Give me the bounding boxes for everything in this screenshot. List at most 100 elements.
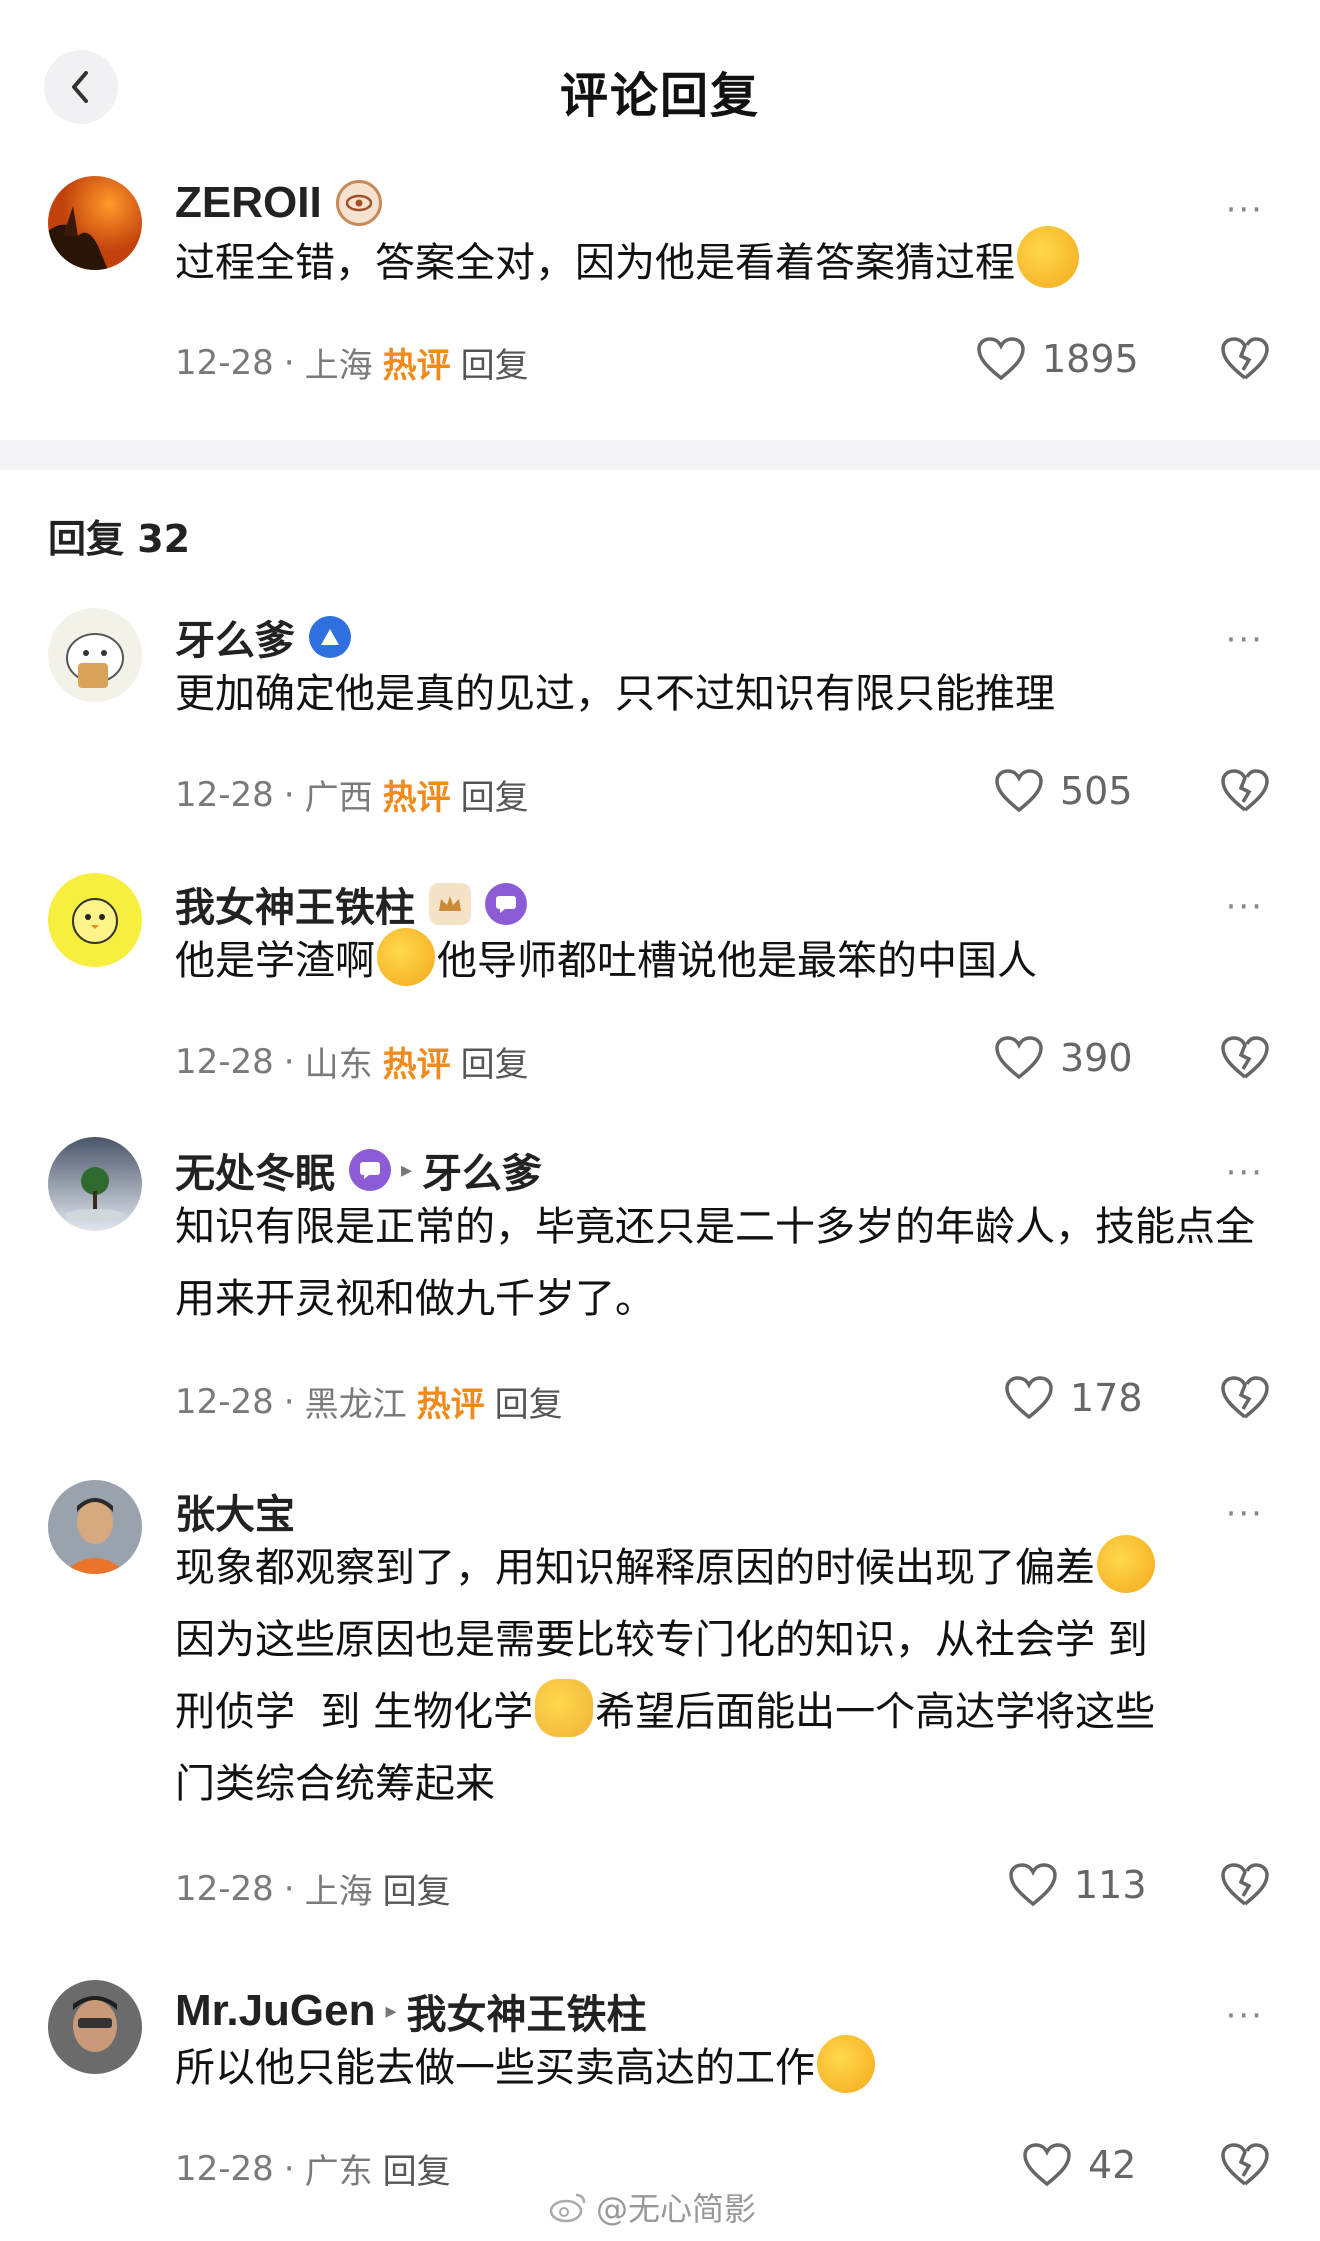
- heart-icon: [995, 769, 1043, 813]
- like-count: 42: [1088, 2143, 1137, 2187]
- reply-button[interactable]: 回复: [383, 1864, 451, 1913]
- dislike-button[interactable]: [1220, 2142, 1270, 2192]
- like-button[interactable]: 42: [1022, 2142, 1136, 2188]
- comment-meta: 12-28 · 上海 回复: [175, 1864, 451, 1913]
- grin-emoji-icon: [377, 928, 435, 986]
- comment-meta: 12-28 · 山东 热评 回复: [175, 1037, 529, 1086]
- avatar[interactable]: [48, 1980, 142, 2074]
- meta-separator: ·: [283, 342, 295, 383]
- comment-text: 知识有限是正常的，毕竟还只是二十多岁的年龄人，技能点全用来开灵视和做九千岁了。: [175, 1204, 1255, 1322]
- comment-line: 因为这些原因也是需要比较专门化的知识，从社会学 到: [175, 1617, 1148, 1663]
- level-badge-icon: [309, 616, 351, 658]
- broken-heart-icon: [1221, 1036, 1269, 1079]
- reply-button[interactable]: 回复: [383, 2144, 451, 2193]
- reply-button[interactable]: 回复: [461, 338, 529, 387]
- like-button[interactable]: 505: [994, 768, 1133, 814]
- cat-emoji-icon: [535, 1679, 594, 1737]
- comment-meta: 12-28 · 广西 热评 回复: [175, 770, 529, 819]
- comment-meta: 12-28 · 上海 热评 回复: [175, 338, 529, 387]
- hot-comment-badge: 热评: [416, 1385, 485, 1425]
- reply-button[interactable]: 回复: [461, 770, 529, 819]
- like-count: 113: [1074, 1863, 1147, 1907]
- like-button[interactable]: 113: [1008, 1862, 1147, 1908]
- comment-location: 黑龙江: [304, 1385, 407, 1425]
- comment-date: 12-28: [175, 1868, 274, 1909]
- watermark-text: @无心简影: [596, 2190, 757, 2228]
- comment-location: 广东: [304, 2152, 373, 2192]
- more-options-icon[interactable]: ···: [1226, 890, 1264, 924]
- author-name[interactable]: ZEROII: [175, 178, 322, 228]
- avatar[interactable]: [48, 1480, 142, 1574]
- comment-location: 上海: [304, 1872, 373, 1912]
- crying-laughing-emoji-icon: [1097, 1535, 1155, 1593]
- comment-date: 12-28: [175, 1041, 274, 1082]
- broken-heart-icon: [1221, 2143, 1269, 2186]
- hot-comment-badge: 热评: [382, 778, 451, 818]
- like-count: 178: [1070, 1376, 1143, 1420]
- comment-text: 所以他只能去做一些买卖高达的工作: [175, 2032, 1275, 2104]
- rofl-emoji-icon: [1017, 226, 1079, 288]
- comment-line: 门类综合统筹起来: [175, 1761, 495, 1807]
- weibo-logo-icon: [549, 2193, 586, 2223]
- avatar[interactable]: [48, 1137, 142, 1231]
- reply-button[interactable]: 回复: [495, 1377, 563, 1426]
- heart-icon: [1023, 2143, 1071, 2187]
- dislike-button[interactable]: [1220, 1862, 1270, 1912]
- comment-meta: 12-28 · 黑龙江 热评 回复: [175, 1377, 563, 1426]
- more-options-icon[interactable]: ···: [1226, 193, 1264, 227]
- author-name[interactable]: Mr.JuGen: [175, 1986, 376, 2036]
- reply-button[interactable]: 回复: [461, 1037, 529, 1086]
- crown-badge-icon: [429, 883, 471, 925]
- comment-line: 现象都观察到了，用知识解释原因的时候出现了偏差: [175, 1532, 1295, 1604]
- chat-badge-icon: [485, 883, 527, 925]
- meta-separator: ·: [283, 774, 295, 815]
- heart-icon: [1009, 1863, 1057, 1907]
- dislike-button[interactable]: [1220, 336, 1270, 386]
- avatar[interactable]: [48, 608, 142, 702]
- avatar[interactable]: [48, 873, 142, 967]
- heart-icon: [995, 1036, 1043, 1080]
- header: 评论回复: [0, 0, 1320, 170]
- comment-location: 广西: [304, 778, 373, 818]
- main-comment: ZEROII ··· 过程全错，答案全对，因为他是看着答案猜过程 12-28 ·…: [0, 170, 1320, 440]
- hot-comment-badge: 热评: [382, 1045, 451, 1085]
- broken-heart-icon: [1221, 1863, 1269, 1906]
- meta-separator: ·: [283, 1868, 295, 1909]
- like-count: 1895: [1042, 337, 1139, 381]
- watermark: @无心简影: [548, 2184, 756, 2230]
- reply-to-arrow-icon: ▸: [385, 1998, 397, 2024]
- eye-badge-icon: [335, 180, 382, 226]
- more-options-icon[interactable]: ···: [1226, 1999, 1264, 2033]
- comment-location: 山东: [304, 1045, 373, 1085]
- comment-date: 12-28: [175, 2148, 274, 2189]
- page-title: 评论回复: [559, 68, 760, 124]
- like-count: 505: [1060, 769, 1133, 813]
- dislike-button[interactable]: [1220, 1035, 1270, 1085]
- comment-text: 现象都观察到了，用知识解释原因的时候出现了偏差因为这些原因也是需要比较专门化的知…: [175, 1532, 1295, 1820]
- broken-heart-icon: [1221, 769, 1269, 812]
- smirk-emoji-icon: [817, 2035, 875, 2093]
- comment-location: 上海: [304, 346, 373, 386]
- dislike-button[interactable]: [1220, 1375, 1270, 1425]
- comment-meta: 12-28 · 广东 回复: [175, 2144, 451, 2193]
- avatar[interactable]: [48, 176, 142, 270]
- section-divider: [0, 440, 1320, 470]
- more-options-icon[interactable]: ···: [1226, 1156, 1264, 1190]
- replies-count: 回复 32: [48, 517, 191, 561]
- comment-date: 12-28: [175, 342, 274, 383]
- more-options-icon[interactable]: ···: [1226, 1497, 1264, 1531]
- like-button[interactable]: 390: [994, 1035, 1133, 1081]
- meta-separator: ·: [283, 2148, 295, 2189]
- comment-line: 刑侦学 到 生物化学 希望后面能出一个高达学将这些: [175, 1676, 1295, 1748]
- broken-heart-icon: [1221, 337, 1269, 380]
- hot-comment-badge: 热评: [382, 346, 451, 386]
- meta-separator: ·: [283, 1381, 295, 1422]
- like-button[interactable]: 1895: [976, 336, 1139, 382]
- comment-text: 更加确定他是真的见过，只不过知识有限只能推理: [175, 671, 1055, 717]
- comment-author: ZEROII: [175, 178, 382, 228]
- meta-separator: ·: [283, 1041, 295, 1082]
- like-button[interactable]: 178: [1004, 1375, 1143, 1421]
- more-options-icon[interactable]: ···: [1226, 623, 1264, 657]
- dislike-button[interactable]: [1220, 768, 1270, 818]
- heart-icon: [1005, 1376, 1053, 1420]
